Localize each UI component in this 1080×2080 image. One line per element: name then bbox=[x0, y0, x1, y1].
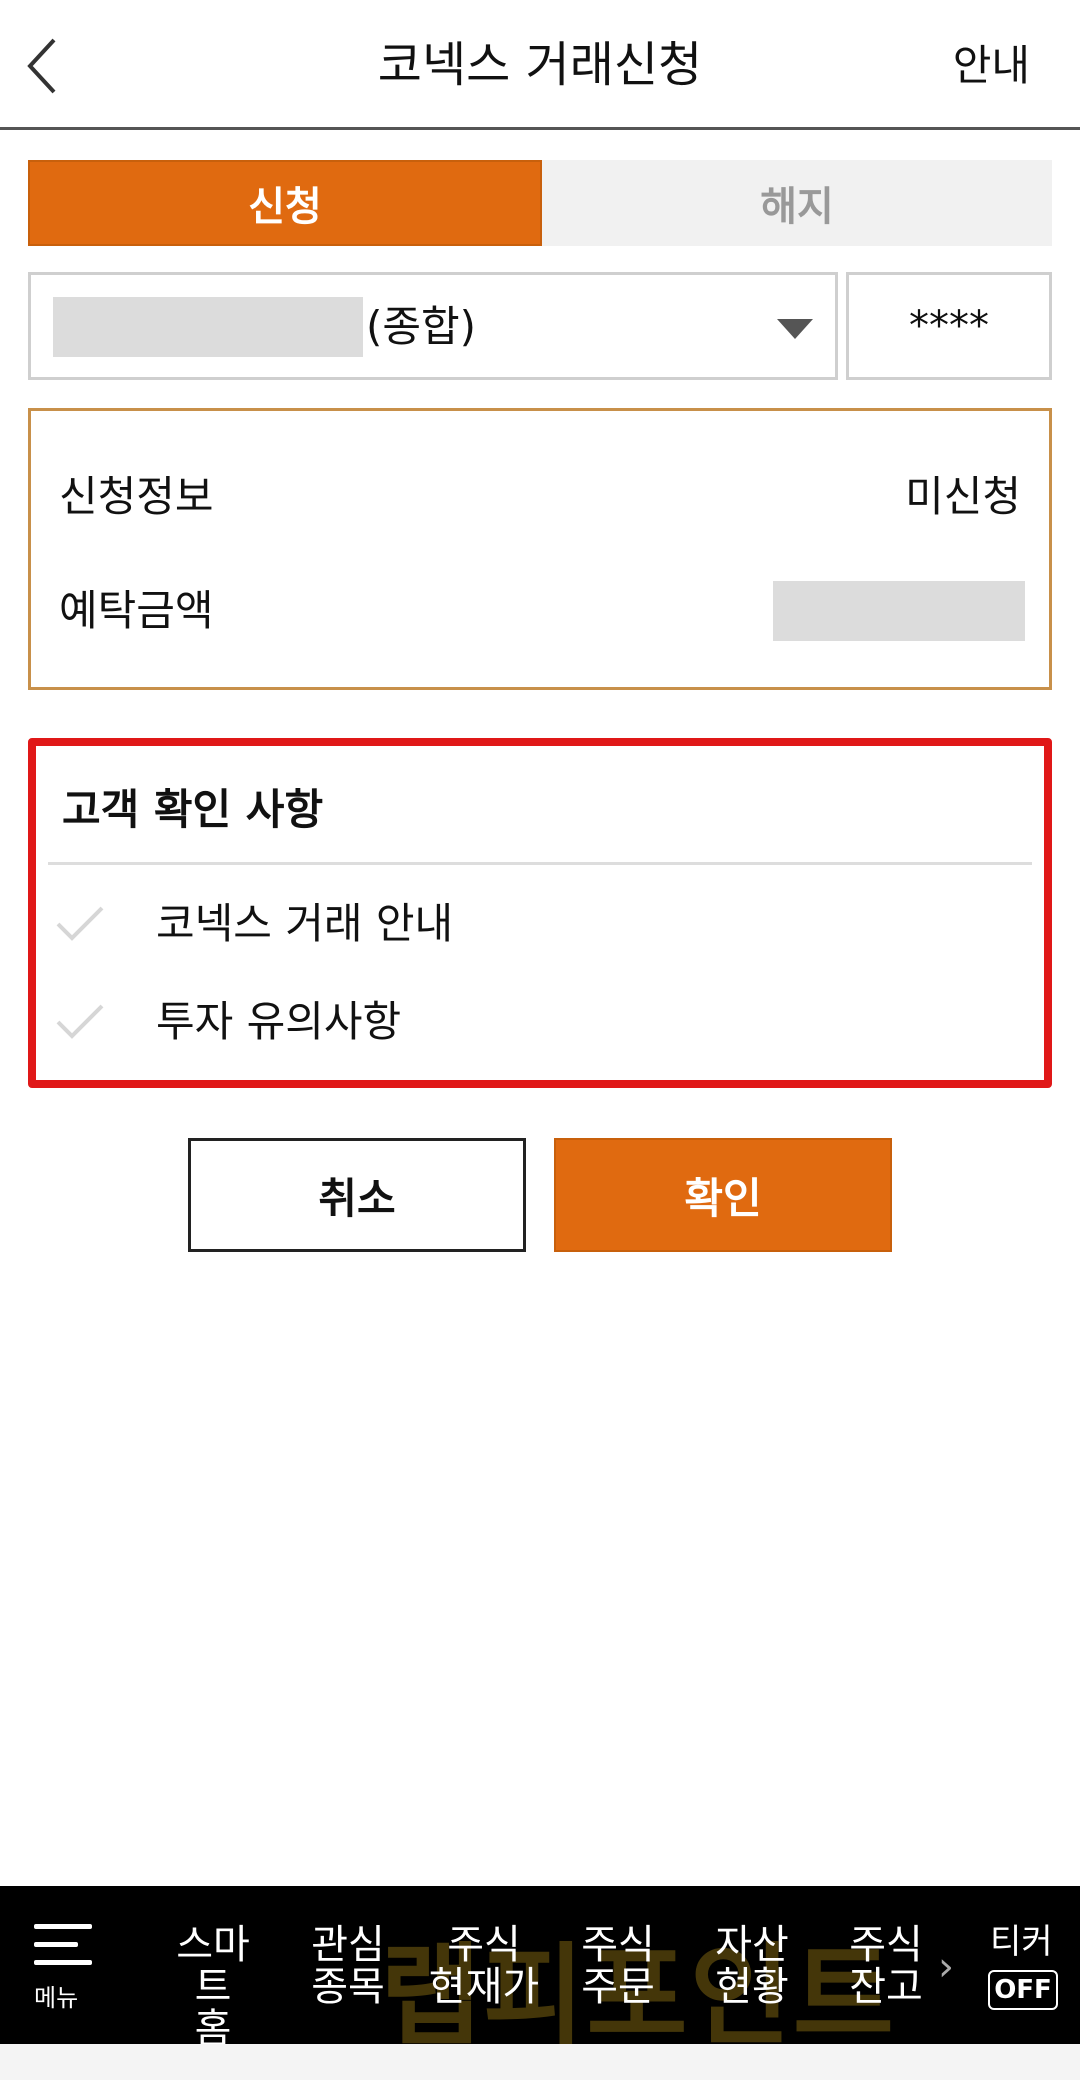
section-title: 고객 확인 사항 bbox=[62, 785, 324, 834]
tab-terminate[interactable]: 해지 bbox=[542, 160, 1052, 246]
divider bbox=[48, 862, 1032, 865]
checklist-label: 투자 유의사항 bbox=[156, 997, 402, 1046]
customer-confirm-section: 고객 확인 사항 코넥스 거래 안내 투자 유의사항 bbox=[28, 738, 1052, 1088]
application-info-box: 신청정보 미신청 예탁금액 bbox=[28, 408, 1052, 690]
password-field[interactable]: **** bbox=[846, 272, 1052, 380]
chevron-right-icon[interactable]: › bbox=[938, 1944, 954, 1990]
hamburger-icon bbox=[34, 1924, 92, 1929]
checkmark-icon bbox=[56, 906, 104, 941]
page-title: 코넥스 거래신청 bbox=[377, 37, 703, 93]
nav-watchlist[interactable]: 관심 종목 bbox=[298, 1924, 398, 2008]
checklist-item-konex-guide[interactable]: 코넥스 거래 안내 bbox=[54, 890, 1024, 960]
app-header: 코넥스 거래신청 안내 bbox=[0, 0, 1080, 130]
nav-stock-order[interactable]: 주식 주문 bbox=[568, 1924, 668, 2008]
checklist-item-investment-caution[interactable]: 투자 유의사항 bbox=[54, 988, 1024, 1058]
system-bar bbox=[0, 2044, 1080, 2080]
hamburger-icon-bar bbox=[34, 1942, 78, 1947]
info-label: 신청정보 bbox=[59, 472, 214, 521]
guide-button[interactable]: 안내 bbox=[953, 34, 1030, 98]
info-row-status: 신청정보 미신청 bbox=[59, 467, 1021, 527]
menu-button[interactable]: 메뉴 bbox=[34, 1924, 104, 2013]
checklist-label: 코넥스 거래 안내 bbox=[156, 899, 454, 948]
info-value: 미신청 bbox=[905, 472, 1021, 521]
ticker-label: 티커 bbox=[990, 1922, 1053, 1962]
caret-down-icon bbox=[777, 319, 813, 339]
nav-stock-price[interactable]: 주식 현재가 bbox=[424, 1924, 544, 2008]
nav-stock-balance[interactable]: 주식 잔고 bbox=[836, 1924, 936, 2008]
cancel-button[interactable]: 취소 bbox=[188, 1138, 526, 1252]
bottom-navigation: 랩피포인트 메뉴 스마트 홈 관심 종목 주식 현재가 주식 주문 자산 현황 … bbox=[0, 1886, 1080, 2060]
checkmark-icon bbox=[56, 1004, 104, 1039]
account-select[interactable]: (종합) bbox=[28, 272, 838, 380]
ticker-toggle[interactable]: OFF bbox=[988, 1970, 1058, 2010]
hamburger-icon-bar bbox=[34, 1960, 92, 1965]
masked-deposit-amount bbox=[773, 581, 1025, 641]
nav-asset-status[interactable]: 자산 현황 bbox=[702, 1924, 802, 2008]
apply-cancel-tabs: 신청 해지 bbox=[28, 160, 1052, 246]
menu-label: 메뉴 bbox=[34, 1984, 79, 2012]
nav-smart-home[interactable]: 스마트 홈 bbox=[158, 1924, 268, 2050]
account-type-label: (종합) bbox=[366, 302, 477, 351]
masked-account-number bbox=[53, 297, 363, 357]
info-label: 예탁금액 bbox=[59, 586, 214, 635]
tab-apply[interactable]: 신청 bbox=[28, 160, 542, 246]
confirm-button[interactable]: 확인 bbox=[554, 1138, 892, 1252]
